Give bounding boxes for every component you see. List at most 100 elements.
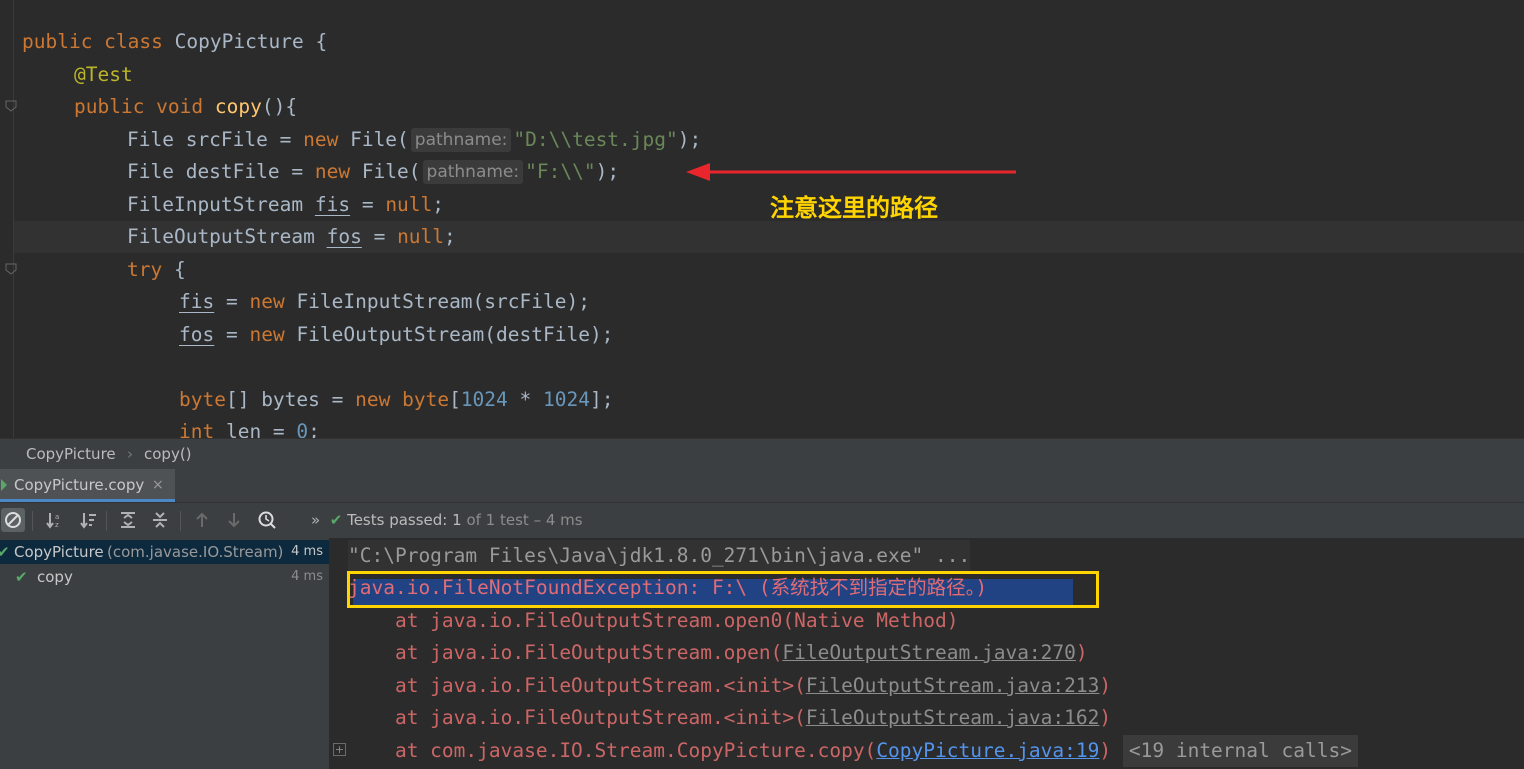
test-time: 4 ms bbox=[291, 544, 323, 559]
history-icon[interactable] bbox=[255, 508, 279, 532]
source-link[interactable]: FileOutputStream.java:270 bbox=[782, 641, 1076, 664]
stack-text: at java.io.FileOutputStream.<init>( bbox=[348, 706, 806, 729]
status-count: 1 bbox=[452, 511, 462, 529]
code-token: [ bbox=[449, 388, 461, 411]
tree-item-class[interactable]: ✔ CopyPicture (com.javase.IO.Stream) 4 m… bbox=[0, 540, 329, 564]
code-token: = bbox=[350, 193, 386, 216]
sort-duration-icon[interactable] bbox=[76, 508, 100, 532]
code-token: FileInputStream bbox=[127, 193, 315, 216]
breadcrumb-class[interactable]: CopyPicture bbox=[26, 439, 116, 469]
code-token: = bbox=[214, 323, 250, 346]
number-token: 0 bbox=[296, 420, 309, 438]
string-token: "F:\\" bbox=[525, 160, 596, 183]
breadcrumb: CopyPicture › copy() bbox=[0, 438, 1524, 469]
string-token: "D:\\test.jpg" bbox=[513, 128, 678, 151]
code-token: File srcFile = bbox=[127, 128, 304, 151]
stack-text: ) bbox=[1099, 739, 1112, 762]
collapse-all-icon[interactable] bbox=[148, 508, 172, 532]
code-line: public void copy(){ bbox=[74, 91, 297, 123]
keyword-token: null bbox=[397, 225, 445, 248]
status-suffix: of 1 test – 4 ms bbox=[461, 511, 583, 529]
variable-token: fis bbox=[314, 193, 351, 216]
breadcrumb-separator: › bbox=[127, 445, 133, 463]
test-status: » ✔ Tests passed: 1 of 1 test – 4 ms bbox=[311, 503, 583, 538]
run-tab[interactable]: CopyPicture.copy × bbox=[0, 469, 175, 502]
svg-text:z: z bbox=[55, 521, 59, 529]
exception-line: java.io.FileNotFoundException: F:\ (系统找不… bbox=[348, 576, 988, 599]
annotation-token: @Test bbox=[74, 63, 133, 86]
svg-text:a: a bbox=[55, 513, 59, 521]
stack-text: at java.io.FileOutputStream.<init>( bbox=[348, 674, 806, 697]
sort-alpha-icon[interactable]: az bbox=[42, 508, 66, 532]
console-output[interactable]: "C:\Program Files\Java\jdk1.8.0_271\bin\… bbox=[330, 538, 1524, 769]
variable-token: fos bbox=[326, 225, 362, 248]
code-line: @Test bbox=[74, 59, 133, 91]
fold-marker-icon[interactable] bbox=[5, 263, 17, 275]
stack-trace-line: at java.io.FileOutputStream.open(FileOut… bbox=[348, 637, 1088, 669]
tree-item-method[interactable]: ✔ copy 4 ms bbox=[0, 565, 329, 589]
stack-trace-line: at java.io.FileOutputStream.<init>(FileO… bbox=[348, 702, 1111, 734]
code-line: fos = new FileOutputStream(destFile); bbox=[179, 319, 613, 351]
red-arrow-icon bbox=[686, 163, 1016, 181]
more-icon[interactable]: » bbox=[311, 511, 320, 529]
code-line: File srcFile = new File(pathname: "D:\\te… bbox=[127, 124, 701, 156]
variable-token: fis bbox=[179, 290, 215, 313]
console-command-line: "C:\Program Files\Java\jdk1.8.0_271\bin\… bbox=[348, 540, 971, 572]
up-icon[interactable] bbox=[190, 508, 214, 532]
code-token: ); bbox=[677, 128, 702, 151]
test-results-tree: ✔ CopyPicture (com.javase.IO.Stream) 4 m… bbox=[0, 538, 330, 769]
keyword-token: byte bbox=[179, 388, 226, 411]
stack-trace-line: at java.io.FileOutputStream.<init>(FileO… bbox=[348, 670, 1111, 702]
code-token: FileInputStream(srcFile); bbox=[284, 290, 590, 313]
code-line: public class CopyPicture { bbox=[22, 26, 327, 58]
code-token: = bbox=[361, 225, 398, 248]
stack-text: at java.io.FileOutputStream.open( bbox=[348, 641, 783, 664]
code-line: int len = 0; bbox=[179, 416, 320, 438]
code-line: FileInputStream fis = null; bbox=[127, 189, 444, 221]
stop-icon[interactable] bbox=[1, 508, 25, 532]
code-line: FileOutputStream fos = null; bbox=[127, 221, 456, 253]
expand-all-icon[interactable] bbox=[116, 508, 140, 532]
code-token: = bbox=[214, 290, 250, 313]
expand-icon[interactable]: + bbox=[333, 743, 346, 756]
keyword-token: new bbox=[303, 128, 339, 151]
internal-calls-folding[interactable]: <19 internal calls> bbox=[1122, 735, 1358, 767]
code-token: File destFile = bbox=[127, 160, 315, 183]
check-icon: ✔ bbox=[329, 511, 343, 529]
test-package: (com.javase.IO.Stream) bbox=[107, 543, 284, 561]
parameter-hint: pathname: bbox=[422, 160, 524, 184]
source-link[interactable]: FileOutputStream.java:213 bbox=[806, 674, 1100, 697]
test-runner-toolbar: az » ✔ Tests passed: 1 of 1 test – 4 ms bbox=[0, 503, 1524, 538]
stack-text: ) bbox=[1075, 641, 1088, 664]
code-token: ; bbox=[444, 225, 456, 248]
fold-marker-icon[interactable] bbox=[5, 100, 17, 112]
close-icon[interactable]: × bbox=[152, 469, 164, 502]
down-icon[interactable] bbox=[222, 508, 246, 532]
code-line: byte[] bytes = new byte[1024 * 1024]; bbox=[179, 384, 613, 416]
code-editor[interactable]: public class CopyPicture { @Test public … bbox=[0, 0, 1524, 438]
code-line: File destFile = new File(pathname: "F:\\"… bbox=[127, 156, 619, 188]
code-token: (){ bbox=[261, 95, 298, 118]
keyword-token: null bbox=[385, 193, 433, 216]
keyword-token: int bbox=[179, 420, 215, 438]
method-name-token: copy bbox=[214, 95, 262, 118]
breadcrumb-method[interactable]: copy() bbox=[144, 439, 192, 469]
keyword-token: new bbox=[249, 323, 285, 346]
code-token: FileOutputStream bbox=[127, 225, 327, 248]
keyword-token: try bbox=[127, 258, 163, 281]
source-link[interactable]: FileOutputStream.java:162 bbox=[806, 706, 1100, 729]
stack-text: at com.javase.IO.Stream.CopyPicture.copy… bbox=[348, 739, 877, 762]
code-token: [] bytes = bbox=[225, 388, 356, 411]
run-tool-window-tabs: CopyPicture.copy × bbox=[0, 469, 1524, 503]
source-link[interactable]: CopyPicture.java:19 bbox=[876, 739, 1099, 762]
code-token: ; bbox=[432, 193, 445, 216]
stack-trace-line: at com.javase.IO.Stream.CopyPicture.copy… bbox=[348, 735, 1358, 767]
code-token: FileOutputStream(destFile); bbox=[284, 323, 614, 346]
code-token: ); bbox=[595, 160, 620, 183]
gutter-divider bbox=[13, 0, 14, 438]
code-token: File( bbox=[338, 128, 409, 151]
keyword-token: public void bbox=[74, 95, 215, 118]
annotation-note: 注意这里的路径 bbox=[770, 194, 938, 222]
stack-trace-line: at java.io.FileOutputStream.open0(Native… bbox=[348, 605, 959, 637]
test-method-name: copy bbox=[37, 568, 73, 586]
